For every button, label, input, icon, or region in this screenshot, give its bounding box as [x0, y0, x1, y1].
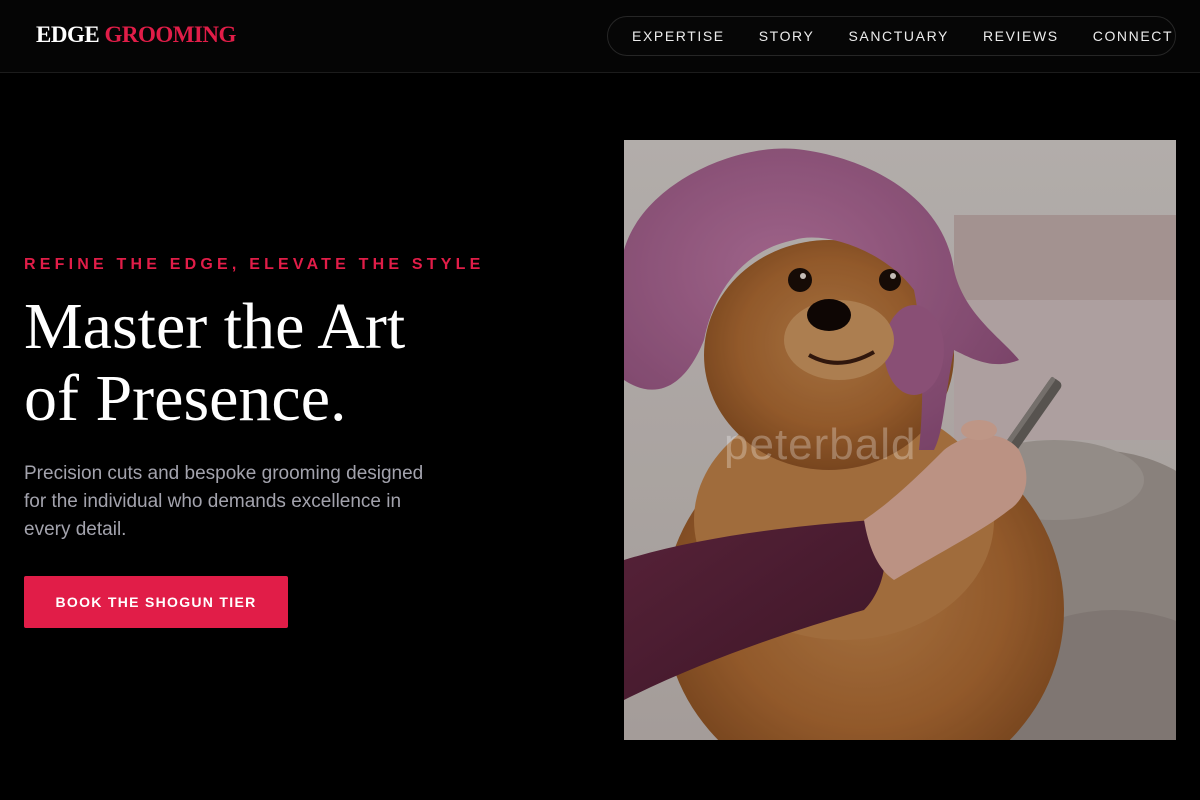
main-nav: EXPERTISE STORY SANCTUARY REVIEWS CONNEC… — [607, 16, 1176, 56]
hero-headline: Master the Art of Presence. — [24, 291, 584, 435]
hero-eyebrow: REFINE THE EDGE, ELEVATE THE STYLE — [24, 256, 485, 273]
nav-item-story[interactable]: STORY — [759, 28, 815, 44]
hero-headline-line-1: Master the Art — [24, 290, 406, 363]
nav-item-sanctuary[interactable]: SANCTUARY — [848, 28, 949, 44]
hero-description: Precision cuts and bespoke grooming desi… — [24, 463, 424, 540]
brand-logo[interactable]: EDGE GROOMING — [36, 22, 236, 48]
hero-dog-photo: peterbald — [624, 140, 1176, 740]
image-watermark: peterbald — [724, 420, 917, 469]
site-header: EDGE GROOMING EXPERTISE STORY SANCTUARY … — [0, 0, 1200, 73]
brand-name-primary: EDGE — [36, 22, 100, 47]
nav-item-reviews[interactable]: REVIEWS — [983, 28, 1059, 44]
brand-name-accent: GROOMING — [104, 22, 236, 47]
nav-item-connect[interactable]: CONNECT — [1093, 28, 1173, 44]
hero-headline-line-2: of Presence. — [24, 362, 347, 435]
nav-item-expertise[interactable]: EXPERTISE — [632, 28, 725, 44]
book-shogun-tier-button[interactable]: BOOK THE SHOGUN TIER — [24, 576, 288, 628]
